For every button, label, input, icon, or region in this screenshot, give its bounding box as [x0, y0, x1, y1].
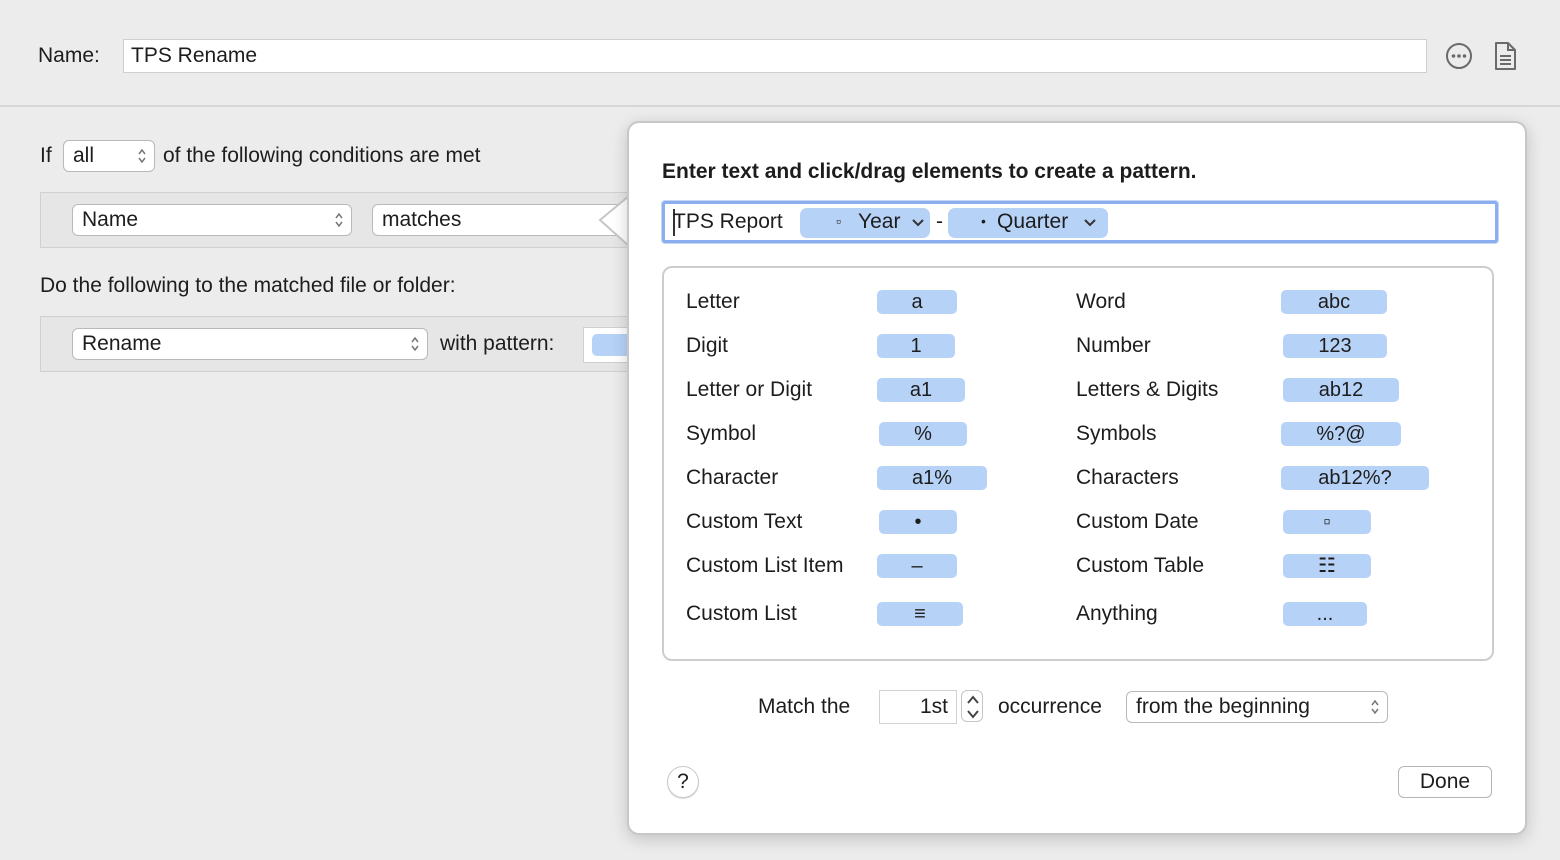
- chevron-down-icon: [912, 219, 924, 227]
- chip-symbol[interactable]: %: [879, 422, 967, 446]
- header-bar: Name:: [0, 0, 1560, 107]
- pattern-dash: -: [936, 210, 943, 233]
- updown-arrows-icon: [1371, 699, 1379, 715]
- help-button[interactable]: ?: [667, 766, 699, 798]
- updown-arrows-icon: [335, 212, 343, 228]
- attribute-popup[interactable]: Name: [72, 204, 352, 236]
- elements-palette: Letter a Digit 1 Letter or Digit a1 Symb…: [662, 266, 1494, 661]
- element-label-characters: Characters: [1076, 466, 1179, 489]
- chip-character[interactable]: a1%: [877, 466, 987, 490]
- chip-letter[interactable]: a: [877, 290, 957, 314]
- action-value: Rename: [82, 332, 162, 355]
- element-label-character: Character: [686, 466, 779, 489]
- name-label: Name:: [38, 44, 100, 67]
- occurrence-label: occurrence: [998, 695, 1102, 718]
- element-label-letter: Letter: [686, 290, 740, 313]
- element-label-number: Number: [1076, 334, 1151, 357]
- element-label-digit: Digit: [686, 334, 729, 357]
- chip-anything[interactable]: ...: [1283, 602, 1367, 626]
- quarter-token-label: Quarter: [997, 210, 1069, 233]
- element-label-symbol: Symbol: [686, 422, 757, 445]
- chip-letter-or-digit[interactable]: a1: [877, 378, 965, 402]
- chip-symbols[interactable]: %?@: [1281, 422, 1401, 446]
- chevron-down-icon: [1084, 219, 1096, 227]
- operator-value: matches: [382, 208, 462, 231]
- occurrence-stepper[interactable]: [961, 690, 983, 722]
- element-label-custom-list: Custom List: [686, 602, 797, 625]
- chip-custom-table[interactable]: ☷: [1283, 554, 1371, 578]
- actions-label: Do the following to the matched file or …: [40, 274, 456, 297]
- conditions-suffix: of the following conditions are met: [163, 144, 481, 167]
- document-icon[interactable]: [1492, 41, 1520, 71]
- year-token-label: Year: [858, 210, 901, 233]
- element-label-symbols: Symbols: [1076, 422, 1157, 445]
- if-label: If: [40, 144, 52, 167]
- chip-custom-list[interactable]: ≡: [877, 602, 963, 626]
- direction-popup[interactable]: from the beginning: [1126, 691, 1388, 723]
- more-options-icon[interactable]: [1445, 41, 1473, 71]
- updown-arrows-icon: [138, 148, 146, 164]
- updown-arrows-icon: [411, 336, 419, 352]
- all-any-popup[interactable]: all: [63, 140, 155, 172]
- stepper-arrows-icon: [967, 695, 979, 719]
- element-label-custom-date: Custom Date: [1076, 510, 1199, 533]
- element-label-anything: Anything: [1076, 602, 1158, 625]
- chip-custom-date[interactable]: ▫: [1283, 510, 1371, 534]
- quarter-token[interactable]: • Quarter: [948, 208, 1108, 238]
- chip-custom-text[interactable]: •: [879, 510, 957, 534]
- all-any-value: all: [73, 144, 95, 167]
- chip-characters[interactable]: ab12%?: [1281, 466, 1429, 490]
- with-pattern-label: with pattern:: [440, 332, 555, 355]
- year-token[interactable]: ▫ Year: [800, 208, 930, 238]
- element-label-letter-or-digit: Letter or Digit: [686, 378, 813, 401]
- operator-popup[interactable]: matches: [372, 204, 622, 236]
- element-label-letters-and-digits: Letters & Digits: [1076, 378, 1219, 401]
- rule-name-input[interactable]: [123, 39, 1427, 73]
- date-token-icon: ▫: [836, 213, 841, 229]
- action-popup[interactable]: Rename: [72, 328, 428, 360]
- element-label-custom-table: Custom Table: [1076, 554, 1205, 577]
- chip-word[interactable]: abc: [1281, 290, 1387, 314]
- chip-custom-list-item[interactable]: –: [877, 554, 957, 578]
- pattern-text: TPS Report: [673, 210, 783, 233]
- chip-number[interactable]: 123: [1283, 334, 1387, 358]
- chip-digit[interactable]: 1: [877, 334, 955, 358]
- attribute-value: Name: [82, 208, 139, 231]
- popover-pointer: [598, 196, 631, 247]
- popover-title: Enter text and click/drag elements to cr…: [662, 160, 1197, 183]
- element-label-word: Word: [1076, 290, 1126, 313]
- element-label-custom-text: Custom Text: [686, 510, 803, 533]
- done-button[interactable]: Done: [1398, 766, 1492, 798]
- pattern-popover: Enter text and click/drag elements to cr…: [627, 121, 1527, 835]
- element-label-custom-list-item: Custom List Item: [686, 554, 844, 577]
- pattern-preview-token: [592, 334, 632, 356]
- direction-value: from the beginning: [1136, 695, 1310, 718]
- occurrence-field[interactable]: [879, 690, 957, 724]
- pattern-field[interactable]: TPS Report ▫ Year - • Quarter: [662, 201, 1498, 243]
- chip-letters-and-digits[interactable]: ab12: [1283, 378, 1399, 402]
- match-the-label: Match the: [758, 695, 851, 718]
- text-token-icon: •: [981, 213, 986, 229]
